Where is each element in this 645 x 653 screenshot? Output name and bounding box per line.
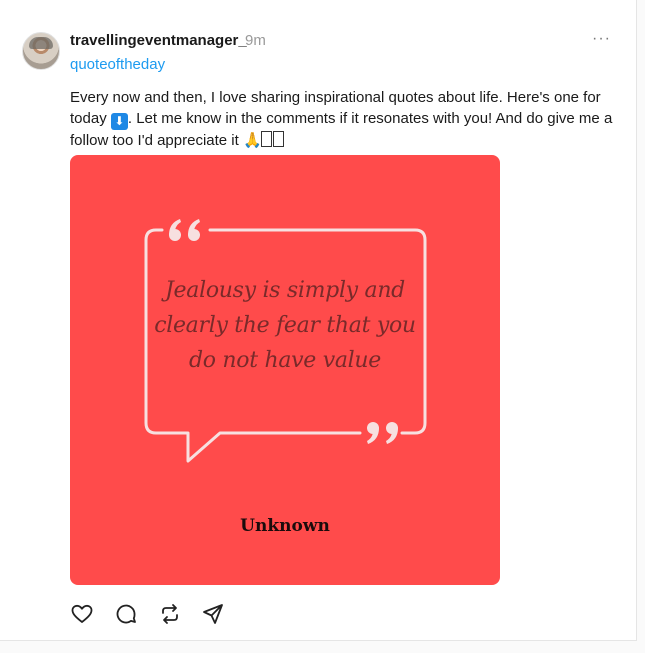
missing-glyph-icon bbox=[272, 131, 284, 147]
missing-glyph-icon bbox=[260, 131, 272, 147]
close-quote-icon bbox=[367, 422, 398, 444]
comment-icon[interactable] bbox=[114, 602, 138, 626]
topic-tag[interactable]: quoteoftheday bbox=[70, 56, 165, 73]
share-icon[interactable] bbox=[201, 602, 225, 626]
avatar-photo-detail bbox=[29, 37, 53, 49]
quote-line: clearly the fear that you bbox=[154, 313, 416, 338]
post-caption: Every now and then, I love sharing inspi… bbox=[70, 87, 615, 151]
repost-icon[interactable] bbox=[158, 602, 182, 626]
heart-icon[interactable] bbox=[70, 602, 94, 626]
quote-text: Jealousy is simply and clearly the fear … bbox=[145, 273, 425, 378]
more-options-icon[interactable]: ··· bbox=[592, 30, 611, 48]
praying-hands-emoji-icon: 🙏 bbox=[242, 132, 262, 149]
open-quote-icon bbox=[169, 219, 200, 241]
quote-image[interactable]: Jealousy is simply and clearly the fear … bbox=[70, 155, 500, 585]
quote-line: do not have value bbox=[189, 348, 381, 373]
page: travellingeventmanager_ 9m ··· quoteofth… bbox=[0, 0, 645, 653]
post-card: travellingeventmanager_ 9m ··· quoteofth… bbox=[0, 0, 637, 641]
caption-text-2: . Let me know in the comments if it reso… bbox=[70, 110, 613, 149]
post-time: 9m bbox=[245, 32, 266, 49]
quote-author: Unknown bbox=[240, 516, 330, 536]
down-arrow-emoji-icon: ⬇ bbox=[110, 113, 128, 130]
username[interactable]: travellingeventmanager_ bbox=[70, 32, 247, 49]
avatar[interactable] bbox=[22, 32, 60, 70]
quote-line: Jealousy is simply and bbox=[165, 278, 405, 303]
